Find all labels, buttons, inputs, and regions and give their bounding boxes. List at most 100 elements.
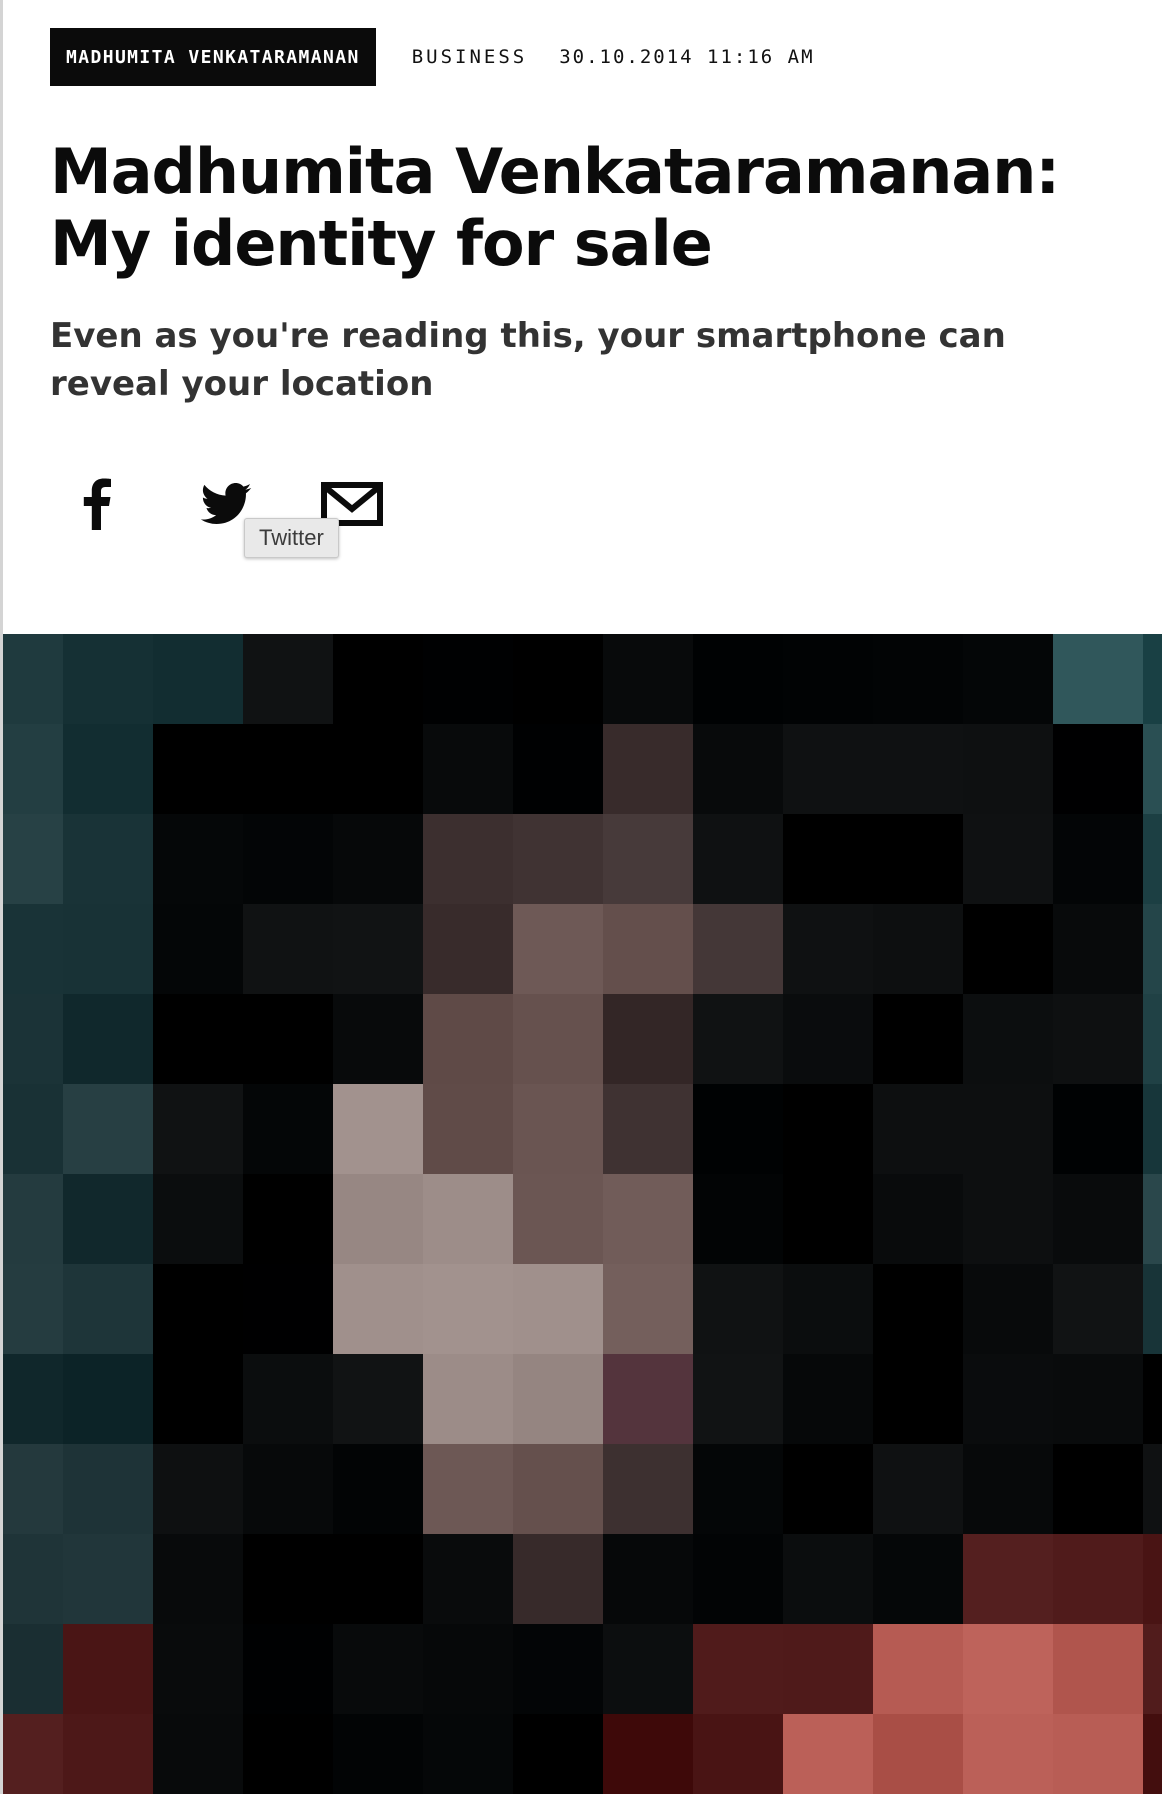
portrait-pixel (783, 1084, 873, 1174)
portrait-pixel (783, 1534, 873, 1624)
portrait-pixel (873, 724, 963, 814)
portrait-pixel (1053, 814, 1143, 904)
portrait-pixel (693, 994, 783, 1084)
portrait-pixel (333, 1624, 423, 1714)
portrait-pixel (513, 994, 603, 1084)
portrait-pixel (693, 1534, 783, 1624)
portrait-pixel (243, 1084, 333, 1174)
portrait-pixel (783, 724, 873, 814)
portrait-pixel (513, 1354, 603, 1444)
portrait-pixel (243, 1714, 333, 1794)
portrait-pixel (423, 724, 513, 814)
portrait-pixel (1053, 1264, 1143, 1354)
portrait-pixel (1053, 994, 1143, 1084)
portrait-pixel (423, 1444, 513, 1534)
share-facebook-button[interactable] (72, 476, 122, 536)
portrait-pixel (153, 814, 243, 904)
portrait-pixel (783, 1264, 873, 1354)
portrait-pixel (3, 1624, 63, 1714)
portrait-pixel (243, 1444, 333, 1534)
portrait-pixel (513, 634, 603, 724)
portrait-pixel (1143, 1624, 1162, 1714)
portrait-pixel (603, 1444, 693, 1534)
portrait-pixel (243, 1174, 333, 1264)
portrait-pixel (873, 1354, 963, 1444)
portrait-pixel (1053, 724, 1143, 814)
portrait-pixel (243, 1264, 333, 1354)
portrait-pixel (1143, 1444, 1162, 1534)
portrait-pixel (873, 1174, 963, 1264)
portrait-pixel (693, 1624, 783, 1714)
portrait-pixel (963, 1534, 1053, 1624)
portrait-pixel (603, 1714, 693, 1794)
twitter-tooltip: Twitter (244, 518, 339, 558)
portrait-pixel (603, 994, 693, 1084)
portrait-pixel (963, 1714, 1053, 1794)
portrait-pixel (873, 1534, 963, 1624)
portrait-pixel (243, 1534, 333, 1624)
author-tag[interactable]: MADHUMITA VENKATARAMANAN (50, 28, 376, 86)
portrait-pixel (963, 1084, 1053, 1174)
portrait-pixel (963, 724, 1053, 814)
portrait-pixel (783, 814, 873, 904)
portrait-pixel (153, 1534, 243, 1624)
portrait-pixel (3, 634, 63, 724)
portrait-pixel (243, 1354, 333, 1444)
portrait-pixel (423, 1534, 513, 1624)
portrait-pixel (63, 1714, 153, 1794)
portrait-pixel (603, 1084, 693, 1174)
portrait-pixel (153, 994, 243, 1084)
portrait-pixel (603, 1624, 693, 1714)
portrait-pixel (63, 814, 153, 904)
portrait-pixel (783, 634, 873, 724)
portrait-pixel (153, 1354, 243, 1444)
portrait-pixel (423, 1624, 513, 1714)
section-link[interactable]: BUSINESS (412, 46, 528, 68)
portrait-pixel (1053, 1624, 1143, 1714)
portrait-pixel (1053, 1354, 1143, 1444)
portrait-pixel (423, 994, 513, 1084)
portrait-pixel (1143, 1174, 1162, 1264)
portrait-pixel (423, 814, 513, 904)
portrait-pixel (243, 994, 333, 1084)
portrait-pixel (1143, 814, 1162, 904)
portrait-pixel (963, 1444, 1053, 1534)
portrait-pixel (333, 634, 423, 724)
portrait-pixel (603, 1174, 693, 1264)
portrait-pixel (63, 994, 153, 1084)
portrait-pixel (153, 634, 243, 724)
portrait-pixel (963, 1354, 1053, 1444)
portrait-pixel (513, 814, 603, 904)
portrait-pixel (3, 1264, 63, 1354)
portrait-pixel (63, 1534, 153, 1624)
portrait-pixel (63, 1174, 153, 1264)
portrait-pixel (333, 1534, 423, 1624)
portrait-pixel (333, 1264, 423, 1354)
portrait-pixel (693, 724, 783, 814)
portrait-pixel (423, 1084, 513, 1174)
portrait-pixel (693, 1084, 783, 1174)
portrait-pixel (243, 904, 333, 994)
portrait-pixel (603, 634, 693, 724)
portrait-pixel (873, 904, 963, 994)
portrait-pixel (513, 904, 603, 994)
portrait-pixel (3, 994, 63, 1084)
article-meta: MADHUMITA VENKATARAMANAN BUSINESS 30.10.… (50, 28, 815, 86)
portrait-pixel (1053, 1714, 1143, 1794)
portrait-pixel (333, 724, 423, 814)
portrait-pixel (243, 1624, 333, 1714)
portrait-pixel (603, 814, 693, 904)
portrait-pixel (873, 1264, 963, 1354)
portrait-pixel (333, 1354, 423, 1444)
portrait-pixel (3, 1174, 63, 1264)
portrait-pixel (873, 1084, 963, 1174)
portrait-pixel (1053, 1534, 1143, 1624)
portrait-pixel (1053, 904, 1143, 994)
portrait-pixel (513, 1174, 603, 1264)
portrait-pixel (63, 1264, 153, 1354)
portrait-pixel (63, 1624, 153, 1714)
portrait-pixel (333, 1174, 423, 1264)
portrait-pixel (3, 724, 63, 814)
portrait-pixel (873, 994, 963, 1084)
portrait-pixel (3, 904, 63, 994)
